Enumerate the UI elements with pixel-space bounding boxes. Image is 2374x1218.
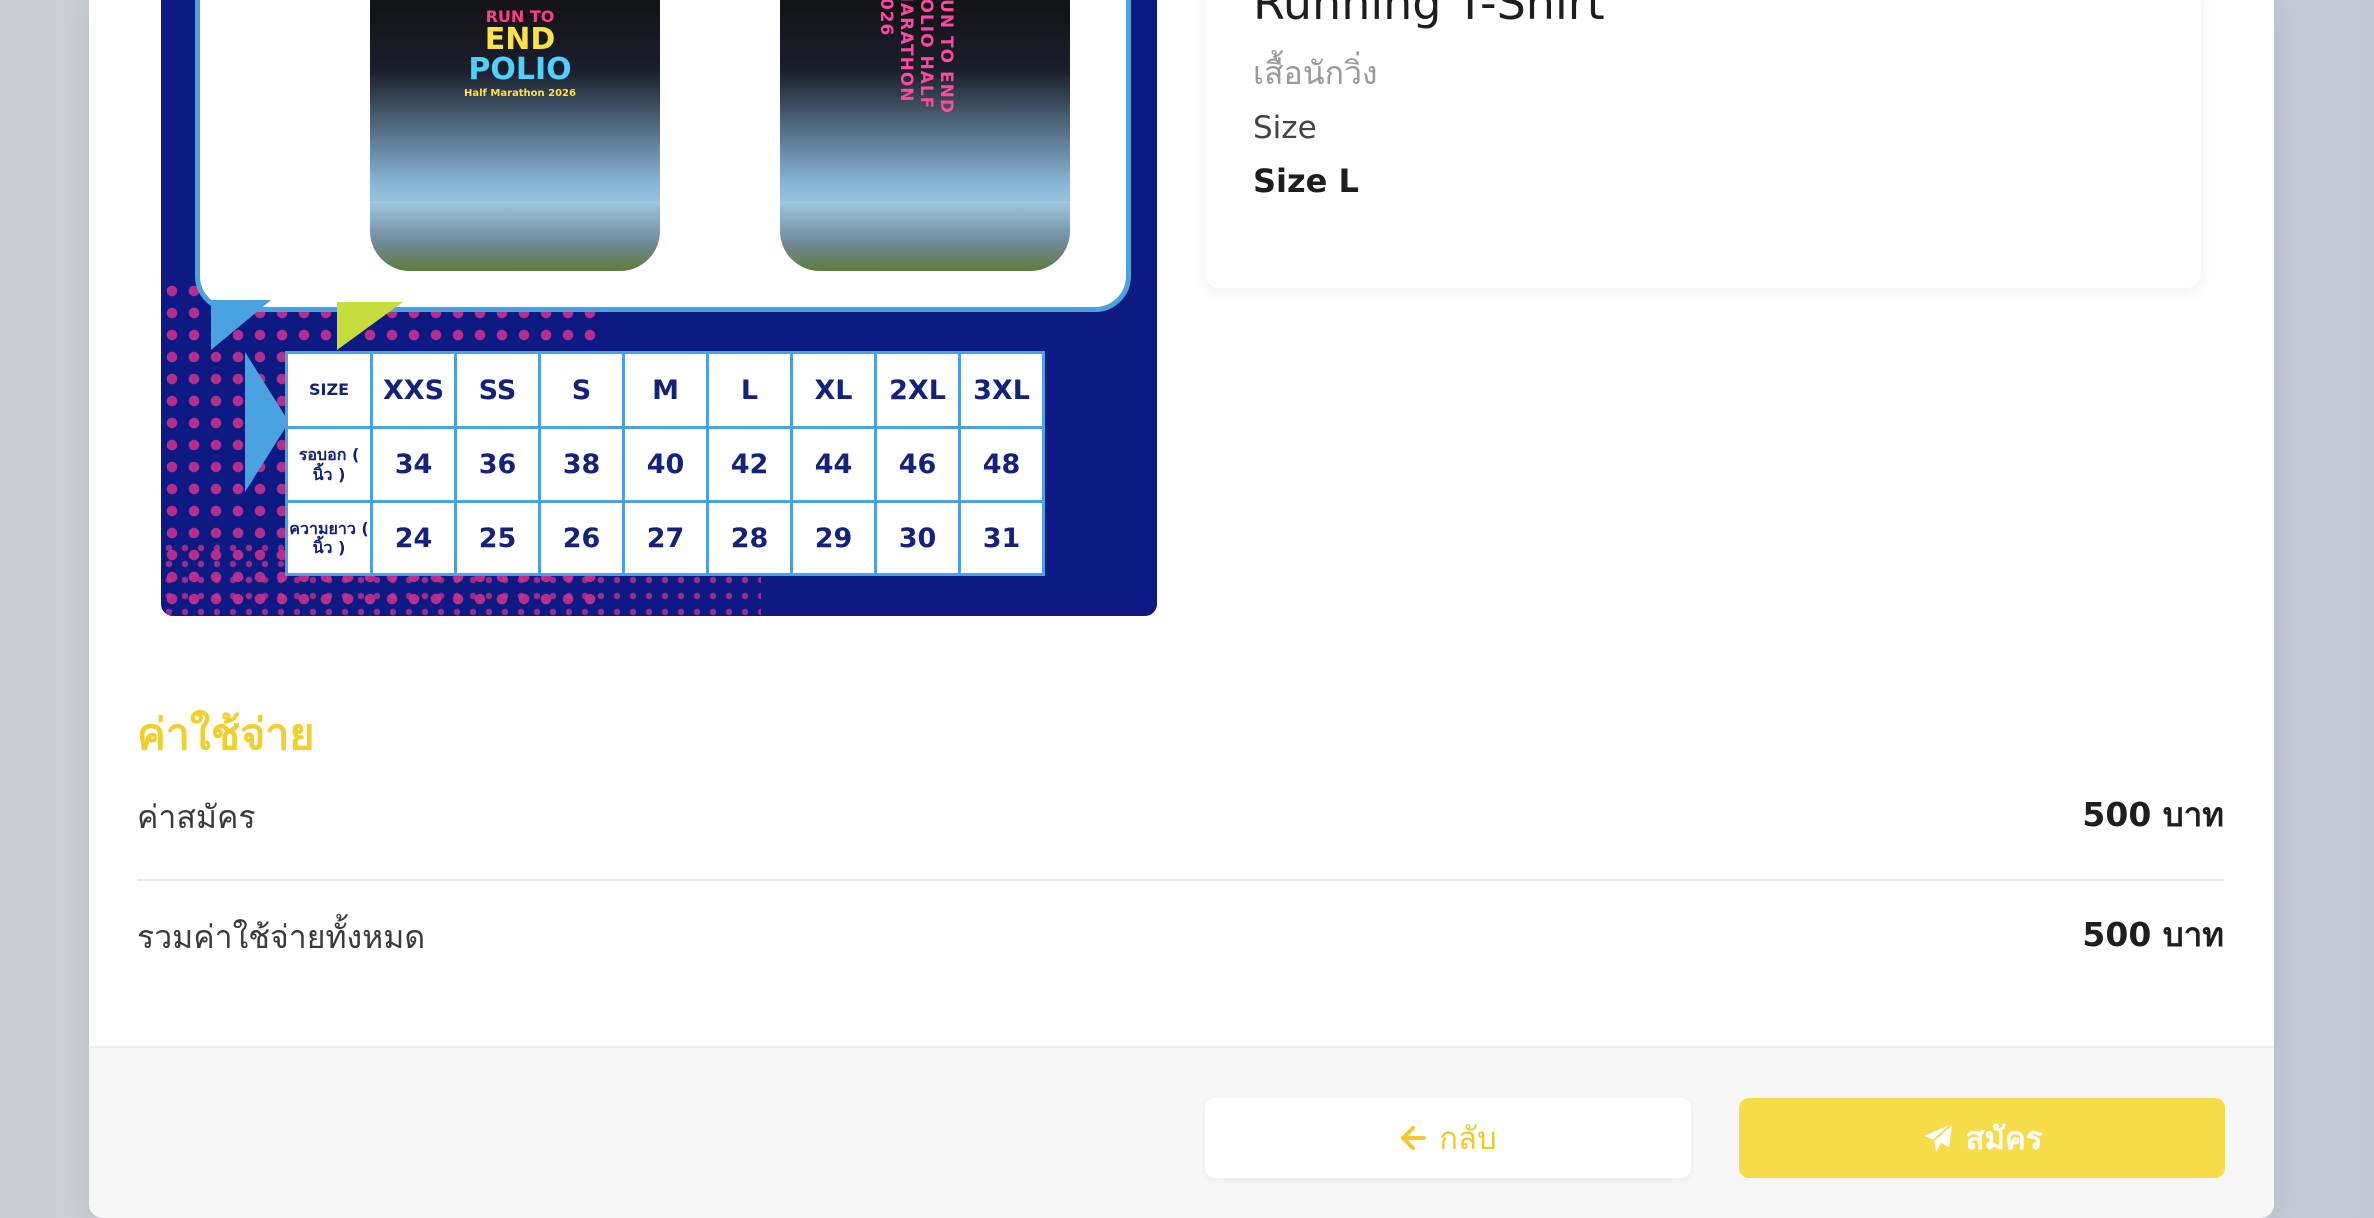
size-chart-table: SIZE XXS SS S M L XL 2XL 3XL รอบอก ( นิ้… [285, 351, 1045, 576]
size-chart-size: L [706, 351, 793, 429]
arrow-left-icon [1399, 1124, 1427, 1152]
back-button[interactable]: กลับ [1205, 1098, 1691, 1178]
size-chart-size: M [622, 351, 709, 429]
back-button-label: กลับ [1439, 1121, 1497, 1157]
size-chart-cell: 29 [790, 500, 877, 576]
shirt-back-scenery [780, 201, 1070, 271]
shirt-logo-line4: Half Marathon 2026 [464, 88, 576, 99]
cost-row-fee: ค่าสมัคร 500 บาท [137, 792, 2224, 842]
size-chart-chest-row: รอบอก ( นิ้ว ) 34 36 38 40 42 44 46 48 [285, 426, 1045, 503]
cost-row-total: รวมค่าใช้จ่ายทั้งหมด 500 บาท [137, 912, 2224, 962]
fee-value: 500 บาท [2082, 795, 2224, 834]
size-chart-cell: 40 [622, 426, 709, 503]
size-chart-cell: 24 [370, 500, 457, 576]
size-chart-cell: 27 [622, 500, 709, 576]
size-chart-size: SS [454, 351, 541, 429]
total-value: 500 บาท [2082, 915, 2224, 954]
shirt-front-image: RUN TO END POLIO Half Marathon 2026 [370, 0, 660, 271]
size-chart-cell: 26 [538, 500, 625, 576]
size-chart-size: 3XL [958, 351, 1045, 429]
size-chart-cell: 31 [958, 500, 1045, 576]
size-chart-cell: 25 [454, 500, 541, 576]
size-chart-cell: 28 [706, 500, 793, 576]
selected-size: Size L [1253, 162, 1359, 200]
submit-button[interactable]: สมัคร [1739, 1098, 2225, 1178]
size-chart-cell: 34 [370, 426, 457, 503]
size-chart-row-label: รอบอก ( นิ้ว ) [285, 426, 373, 503]
shirt-back-image: RUN TO END POLIO HALF MARATHON 2026 [780, 0, 1070, 271]
registration-modal: RUN TO END POLIO Half Marathon 2026 RUN … [89, 0, 2274, 1218]
product-image: RUN TO END POLIO Half Marathon 2026 RUN … [161, 0, 1157, 616]
size-chart-cell: 44 [790, 426, 877, 503]
decorative-triangle-side [245, 352, 289, 492]
size-chart-cell: 36 [454, 426, 541, 503]
shirt-logo-text: RUN TO END POLIO Half Marathon 2026 [430, 9, 610, 99]
size-chart-size: 2XL [874, 351, 961, 429]
modal-footer: กลับ สมัคร [89, 1046, 2274, 1218]
product-subtitle: เสื้อนักวิ่ง [1253, 54, 1378, 92]
cost-divider [137, 879, 2224, 881]
size-label: Size [1253, 110, 1317, 146]
product-info-card: Running T-Shirt เสื้อนักวิ่ง Size Size L [1205, 0, 2201, 288]
paper-plane-icon [1922, 1122, 1954, 1154]
decorative-triangle-blue [211, 300, 271, 350]
shirt-back-text: RUN TO END POLIO HALF MARATHON 2026 [876, 0, 956, 114]
size-chart-header-label: SIZE [285, 351, 373, 429]
shirt-logo-line3: POLIO [468, 52, 572, 87]
size-chart-cell: 48 [958, 426, 1045, 503]
size-chart-length-row: ความยาว ( นิ้ว ) 24 25 26 27 28 29 30 31 [285, 500, 1045, 576]
size-chart-size: XXS [370, 351, 457, 429]
shirt-scenery [370, 201, 660, 271]
size-chart-size: XL [790, 351, 877, 429]
submit-button-label: สมัคร [1965, 1121, 2043, 1157]
product-name: Running T-Shirt [1253, 0, 1605, 30]
size-chart-cell: 30 [874, 500, 961, 576]
decorative-triangle-lime [337, 302, 403, 350]
total-label: รวมค่าใช้จ่ายทั้งหมด [137, 918, 426, 956]
size-chart-cell: 38 [538, 426, 625, 503]
costs-title: ค่าใช้จ่าย [137, 710, 315, 760]
size-chart-header-row: SIZE XXS SS S M L XL 2XL 3XL [285, 351, 1045, 429]
shirt-logo-line2: END [484, 22, 556, 57]
shirt-image-card: RUN TO END POLIO Half Marathon 2026 RUN … [195, 0, 1131, 312]
size-chart-row-label: ความยาว ( นิ้ว ) [285, 500, 373, 576]
size-chart-cell: 42 [706, 426, 793, 503]
fee-label: ค่าสมัคร [137, 798, 256, 836]
size-chart-size: S [538, 351, 625, 429]
size-chart-cell: 46 [874, 426, 961, 503]
